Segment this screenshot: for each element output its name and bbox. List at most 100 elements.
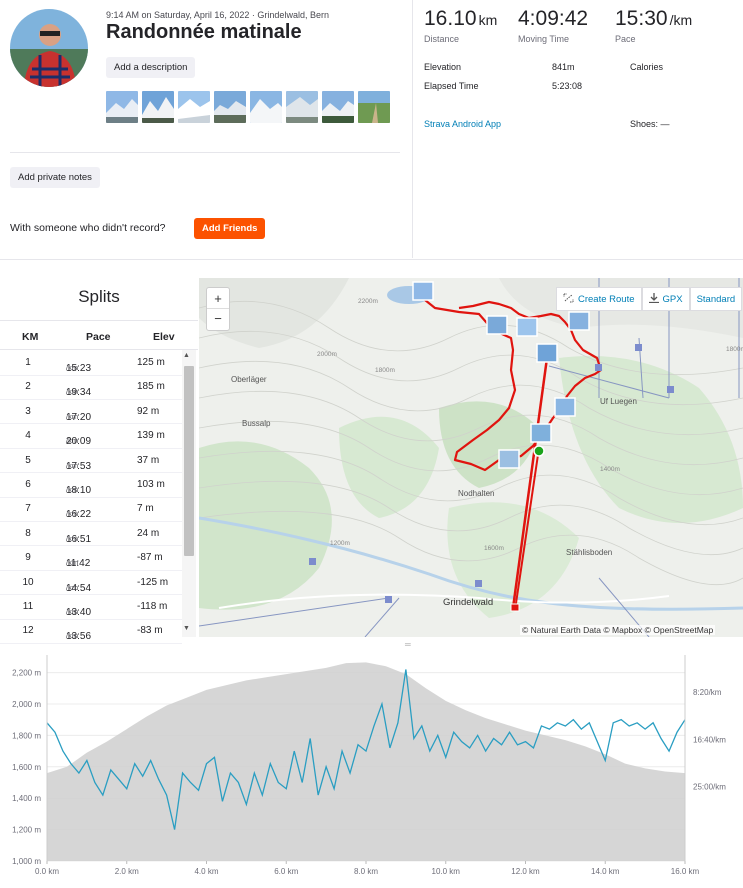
y-tick-label: 1,800 m: [12, 731, 41, 740]
map-style-button[interactable]: Standard: [689, 287, 743, 311]
y-tick-label: 1,600 m: [12, 763, 41, 772]
split-row[interactable]: 7 16:22 /km 7 m: [0, 497, 182, 522]
split-row[interactable]: 2 19:34 /km 185 m: [0, 375, 182, 400]
scrollbar-thumb[interactable]: [184, 366, 194, 556]
moving-time-label: Moving Time: [518, 34, 570, 44]
gpx-download-button[interactable]: GPX: [641, 287, 690, 311]
split-km: 1: [25, 357, 31, 368]
photo-thumbnail[interactable]: [322, 91, 354, 123]
split-km: 2: [25, 381, 31, 393]
y-right-tick-label: 8:20/km: [693, 688, 722, 697]
split-elev: -83 m: [137, 625, 163, 637]
split-km: 8: [25, 527, 31, 539]
elevation-area: [47, 662, 685, 861]
pace-value: 15:30/km: [615, 7, 693, 30]
divider: [412, 0, 413, 258]
split-row[interactable]: 1 15:23 /km 125 m: [0, 351, 182, 376]
elevation-value: 841m: [552, 62, 575, 72]
scroll-down-arrow-icon[interactable]: ▼: [183, 625, 190, 632]
x-tick-label: 4.0 km: [194, 867, 218, 876]
zoom-out-button[interactable]: −: [207, 309, 229, 330]
y-tick-label: 1,200 m: [12, 826, 41, 835]
split-km: 3: [25, 405, 31, 417]
create-route-button[interactable]: Create Route: [556, 287, 642, 311]
activity-meta: 9:14 AM on Saturday, April 16, 2022 · Gr…: [106, 10, 329, 20]
divider: [0, 320, 198, 321]
split-km: 7: [25, 503, 31, 515]
split-elev: 92 m: [137, 405, 160, 417]
map-contour-label: 1800m: [375, 367, 395, 374]
split-km: 5: [25, 454, 31, 466]
route-icon: [563, 293, 574, 306]
photo-thumbnail[interactable]: [178, 91, 210, 123]
split-row[interactable]: 10 14:54 /km -125 m: [0, 571, 182, 596]
map-place-label: Uf Luegen: [600, 397, 637, 406]
photo-thumbnail[interactable]: [106, 91, 138, 123]
column-header-km: KM: [22, 331, 39, 343]
elevation-pace-chart[interactable]: 1,000 m 1,200 m 1,400 m 1,600 m 1,800 m 2,000…: [0, 645, 743, 888]
split-elev: 7 m: [137, 503, 154, 515]
x-tick-label: 2.0 km: [115, 867, 139, 876]
y-right-tick-label: 25:00/km: [693, 782, 726, 791]
distance-label: Distance: [424, 34, 460, 44]
map-place-label: Nodhalten: [458, 489, 495, 498]
download-icon: [648, 292, 659, 306]
split-row[interactable]: 4 20:09 /km 139 m: [0, 424, 182, 449]
map-contour-label: 2000m: [317, 351, 337, 358]
with-someone-text: With someone who didn't record?: [10, 222, 166, 234]
map-contour-label: 1400m: [600, 466, 620, 473]
split-row[interactable]: 11 13:40 /km -118 m: [0, 595, 182, 620]
split-km: 6: [25, 479, 31, 490]
split-row[interactable]: 5 17:53 /km 37 m: [0, 449, 182, 474]
map-place-label: Bussalp: [242, 419, 271, 428]
split-row[interactable]: 3 17:20 /km 92 m: [0, 400, 182, 425]
y-tick-label: 2,200 m: [12, 669, 41, 678]
map-contour-label: 1600m: [484, 545, 504, 552]
route-map[interactable]: [199, 278, 743, 637]
photo-strip: [106, 91, 390, 123]
photo-thumbnail[interactable]: [250, 91, 282, 123]
photo-thumbnail[interactable]: [142, 91, 174, 123]
scroll-up-arrow-icon[interactable]: ▲: [183, 352, 190, 359]
split-elev: 103 m: [137, 479, 165, 490]
split-row[interactable]: 12 13:56 /km -83 m: [0, 619, 182, 644]
divider: [10, 152, 400, 153]
x-tick-label: 8.0 km: [354, 867, 378, 876]
split-elev: 125 m: [137, 357, 165, 368]
y-tick-label: 1,000 m: [12, 857, 41, 866]
map-place-label: Oberläger: [231, 375, 267, 384]
split-row[interactable]: 6 18:10 /km 103 m: [0, 473, 182, 498]
split-elev: -87 m: [137, 552, 163, 564]
elapsed-time-value: 5:23:08: [552, 81, 583, 91]
split-elev: -118 m: [137, 601, 168, 612]
map-attribution[interactable]: © Natural Earth Data © Mapbox © OpenStre…: [520, 625, 716, 635]
splits-title: Splits: [78, 287, 120, 306]
photo-thumbnail[interactable]: [286, 91, 318, 123]
photo-thumbnail[interactable]: [358, 91, 390, 123]
x-tick-label: 10.0 km: [432, 867, 461, 876]
activity-title: Randonnée matinale: [106, 21, 302, 43]
elevation-label: Elevation: [424, 62, 462, 72]
y-tick-label: 1,400 m: [12, 794, 41, 803]
map-toolbar: Create Route GPX Standard: [556, 287, 743, 311]
divider: [0, 259, 743, 260]
add-description-button[interactable]: Add a description: [106, 57, 196, 78]
split-row[interactable]: 9 11:42 /km -87 m: [0, 546, 182, 571]
split-row[interactable]: 8 16:51 /km 24 m: [0, 522, 182, 547]
zoom-in-button[interactable]: +: [207, 288, 229, 309]
split-elev: 185 m: [137, 381, 165, 393]
x-tick-label: 6.0 km: [274, 867, 298, 876]
add-private-notes-button[interactable]: Add private notes: [10, 167, 100, 188]
device-link[interactable]: Strava Android App: [424, 119, 501, 129]
split-km: 4: [25, 430, 31, 442]
map-place-label: Grindelwald: [443, 597, 494, 608]
add-friends-button[interactable]: Add Friends: [194, 218, 266, 239]
column-header-pace: Pace: [86, 331, 111, 343]
y-right-tick-label: 16:40/km: [693, 735, 726, 744]
map-zoom-control: + −: [206, 287, 230, 331]
split-km: 11: [22, 601, 34, 612]
photo-thumbnail[interactable]: [214, 91, 246, 123]
athlete-avatar[interactable]: [10, 9, 88, 87]
moving-time-value: 4:09:42: [518, 7, 589, 30]
shoes-info: Shoes: —: [630, 119, 670, 129]
